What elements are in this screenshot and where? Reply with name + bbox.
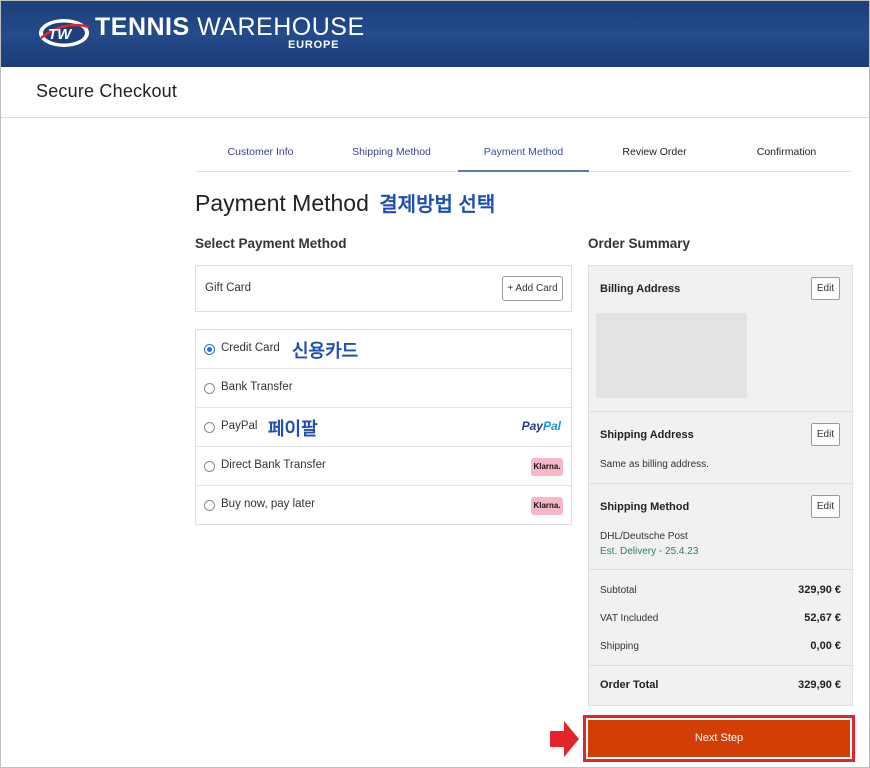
checkout-subheader: Secure Checkout: [1, 67, 869, 118]
payment-option-direct-bank[interactable]: Direct Bank Transfer Klarna.: [196, 447, 571, 486]
radio-icon[interactable]: [204, 500, 215, 511]
order-summary-title: Order Summary: [588, 236, 691, 251]
totals-section: Subtotal 329,90 € VAT Included 52,67 € S…: [589, 570, 852, 666]
brand-bold: TENNIS: [95, 13, 190, 41]
annotation-paypal-ko: 페이팔: [268, 419, 318, 439]
shipping-address-section: Shipping Address Edit Same as billing ad…: [589, 412, 852, 484]
option-label: Direct Bank Transfer: [221, 459, 326, 471]
step-review-order[interactable]: Review Order: [589, 139, 720, 172]
edit-shipping-address-button[interactable]: Edit: [811, 423, 840, 446]
shipping-method-value: DHL/Deutsche Post: [600, 531, 688, 542]
billing-address-section: Billing Address Edit: [589, 266, 852, 412]
select-payment-title: Select Payment Method: [195, 236, 347, 251]
site-header: TW TENNIS WAREHOUSE EUROPE: [1, 1, 869, 67]
payment-option-buy-now-pay-later[interactable]: Buy now, pay later Klarna.: [196, 486, 571, 525]
brand-light: WAREHOUSE: [197, 13, 365, 41]
next-step-highlight: Next Step: [583, 715, 855, 762]
edit-billing-button[interactable]: Edit: [811, 277, 840, 300]
klarna-logo-icon: Klarna.: [531, 458, 563, 476]
gift-card-box: Gift Card + Add Card: [195, 265, 572, 312]
order-summary-panel: Billing Address Edit Shipping Address Ed…: [588, 265, 853, 706]
order-total-section: Order Total 329,90 €: [589, 666, 852, 705]
option-label: Credit Card: [221, 342, 280, 354]
option-label: PayPal: [221, 420, 258, 432]
shipping-method-label: Shipping Method: [600, 501, 690, 513]
subtotal-label: Subtotal: [600, 585, 637, 596]
page-title: Payment Method 결제방법 선택: [195, 188, 495, 217]
payment-option-paypal[interactable]: PayPal 페이팔 PayPal: [196, 408, 571, 447]
step-customer-info[interactable]: Customer Info: [195, 139, 326, 172]
order-total-value: 329,90 €: [798, 679, 841, 691]
paypal-logo-icon: PayPal: [522, 419, 561, 433]
tw-logo-icon[interactable]: TW: [37, 16, 91, 50]
page-title-text: Payment Method: [195, 190, 369, 216]
annotation-credit-card-ko: 신용카드: [292, 341, 359, 361]
logo-letters: TW: [48, 26, 73, 43]
radio-icon[interactable]: [204, 344, 215, 355]
annotation-payment-title-ko: 결제방법 선택: [379, 194, 496, 216]
shipping-address-value: Same as billing address.: [600, 459, 709, 470]
payment-option-bank-transfer[interactable]: Bank Transfer: [196, 369, 571, 408]
shipping-method-section: Shipping Method Edit DHL/Deutsche Post E…: [589, 484, 852, 570]
payment-options: Credit Card 신용카드 Bank Transfer PayPal 페이…: [195, 329, 572, 525]
option-label: Bank Transfer: [221, 381, 293, 393]
option-label: Buy now, pay later: [221, 498, 315, 510]
paypal-logo-pal: Pal: [542, 419, 561, 433]
vat-label: VAT Included: [600, 613, 659, 624]
est-delivery: Est. Delivery - 25.4.23: [600, 546, 699, 557]
edit-shipping-method-button[interactable]: Edit: [811, 495, 840, 518]
shipping-address-label: Shipping Address: [600, 429, 694, 441]
vat-value: 52,67 €: [804, 612, 841, 624]
brand-name[interactable]: TENNIS WAREHOUSE: [95, 14, 365, 40]
radio-icon[interactable]: [204, 461, 215, 472]
add-card-button[interactable]: + Add Card: [502, 276, 563, 301]
klarna-logo-icon: Klarna.: [531, 497, 563, 515]
radio-icon[interactable]: [204, 383, 215, 394]
billing-address-placeholder: [596, 313, 747, 398]
step-payment-method[interactable]: Payment Method: [458, 139, 589, 172]
billing-address-label: Billing Address: [600, 283, 681, 295]
step-shipping-method[interactable]: Shipping Method: [326, 139, 457, 172]
checkout-steps: Customer Info Shipping Method Payment Me…: [195, 139, 852, 172]
brand-region: EUROPE: [288, 39, 340, 51]
step-confirmation[interactable]: Confirmation: [721, 139, 852, 172]
paypal-logo-pay: Pay: [521, 419, 543, 433]
subtotal-value: 329,90 €: [798, 584, 841, 596]
checkout-title: Secure Checkout: [36, 81, 178, 101]
radio-icon[interactable]: [204, 422, 215, 433]
red-arrow-icon: [550, 721, 579, 757]
order-total-label: Order Total: [600, 679, 659, 691]
shipping-label: Shipping: [600, 641, 639, 652]
next-step-button[interactable]: Next Step: [588, 720, 850, 757]
shipping-value: 0,00 €: [810, 640, 841, 652]
payment-option-credit-card[interactable]: Credit Card 신용카드: [196, 330, 571, 369]
gift-card-label: Gift Card: [205, 282, 252, 294]
